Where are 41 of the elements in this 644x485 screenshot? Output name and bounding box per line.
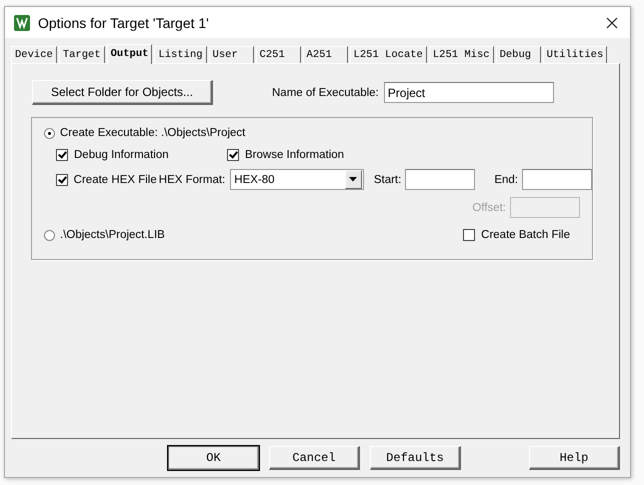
tab[interactable]: Debug	[496, 46, 541, 63]
select-folder-button[interactable]: Select Folder for Objects...	[32, 80, 213, 105]
browse-information-label: Browse Information	[245, 149, 344, 161]
checkbox[interactable]	[227, 149, 239, 161]
tab[interactable]: C251	[256, 46, 301, 63]
create-hex-file-label: Create HEX File	[74, 174, 158, 186]
checkbox[interactable]	[463, 229, 476, 241]
radio-button[interactable]	[44, 230, 55, 240]
tab[interactable]: Output	[106, 44, 152, 64]
checkbox[interactable]	[56, 149, 68, 161]
executable-name-label: Name of Executable:	[272, 86, 379, 98]
tab[interactable]: User	[208, 46, 254, 63]
tab[interactable]: Listing	[154, 46, 207, 63]
hex-format-label: HEX Format:	[158, 174, 226, 186]
end-field[interactable]	[522, 169, 592, 190]
dialog-button[interactable]: Defaults	[370, 446, 461, 470]
dialog-button[interactable]: Cancel	[268, 446, 360, 470]
dialog-button[interactable]: Help	[528, 446, 620, 470]
hex-format-dropdown[interactable]: HEX-80	[230, 169, 364, 190]
tab[interactable]: Target	[58, 46, 105, 63]
offset-label: Offset:	[472, 202, 506, 214]
start-label: Start:	[374, 174, 402, 186]
dialog-button[interactable]: OK	[168, 446, 259, 470]
create-executable-label: Create Executable: .\Objects\Project	[60, 127, 246, 139]
tab[interactable]: L251 Locate	[350, 46, 427, 63]
close-icon[interactable]	[606, 16, 618, 28]
executable-name-field[interactable]: Project	[384, 82, 554, 103]
tab[interactable]: Device	[11, 46, 57, 63]
app-icon	[14, 14, 30, 30]
dropdown-arrow-icon	[349, 177, 358, 182]
tab[interactable]: A251	[302, 46, 348, 63]
create-batch-file-label: Create Batch File	[481, 229, 570, 241]
radio-button[interactable]	[44, 128, 55, 138]
end-label: End:	[494, 174, 518, 186]
debug-information-label: Debug Information	[74, 149, 170, 161]
window-title: Options for Target 'Target 1'	[38, 14, 210, 30]
library-path-label: .\Objects\Project.LIB	[60, 229, 166, 241]
start-field[interactable]	[405, 169, 476, 190]
tab[interactable]: Utilities	[542, 46, 608, 63]
tab[interactable]: L251 Misc	[428, 46, 494, 63]
checkbox[interactable]	[56, 174, 68, 186]
